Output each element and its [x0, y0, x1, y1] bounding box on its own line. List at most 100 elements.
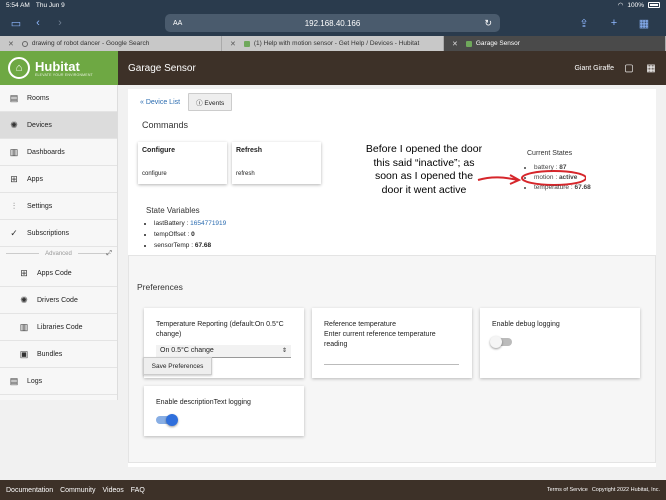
- browser-tab[interactable]: ✕ drawing of robot dancer - Google Searc…: [0, 36, 222, 51]
- sidebar-item-dashboards[interactable]: ▥ Dashboards: [0, 139, 117, 166]
- command-button[interactable]: refresh: [236, 171, 255, 177]
- logs-icon: ▤: [9, 375, 19, 386]
- sidebar-item-logs[interactable]: ▤ Logs: [0, 368, 117, 395]
- status-time: 5:54 AM: [6, 1, 30, 9]
- events-button[interactable]: ⓘ Events: [188, 93, 233, 111]
- preferences-heading: Preferences: [137, 282, 183, 292]
- state-key: temperature :: [534, 184, 575, 191]
- share-icon[interactable]: ⇪: [576, 15, 592, 31]
- brand-name: Hubitat: [35, 58, 80, 74]
- temperature-reporting-label: Temperature Reporting (default:On 0.5°C …: [156, 321, 284, 338]
- refresh-command-card[interactable]: Refresh refresh: [232, 142, 321, 184]
- footer-link-documentation[interactable]: Documentation: [6, 487, 53, 494]
- footer-link-faq[interactable]: FAQ: [131, 487, 145, 494]
- sidebar-item-rooms[interactable]: ▤ Rooms: [0, 85, 117, 112]
- debug-logging-toggle[interactable]: [490, 336, 512, 348]
- sidebar-item-drivers-code[interactable]: ✺ Drivers Code: [0, 287, 117, 314]
- sidebar-item-label: Bundles: [37, 350, 63, 358]
- app-header: Garage Sensor Giant Giraffe ▢ ▦: [118, 51, 666, 85]
- state-value: 67.68: [194, 242, 212, 249]
- debug-logging-label: Enable debug logging: [492, 321, 560, 328]
- browser-toolbar: ▭ ‹ › AA 192.168.40.166 ↻ ⇪ + ▦: [0, 10, 666, 36]
- sidebar-item-bundles[interactable]: ▣ Bundles: [0, 341, 117, 368]
- debug-logging-card: Enable debug logging: [480, 308, 640, 378]
- toggle-knob: [490, 336, 502, 348]
- forward-icon[interactable]: ›: [52, 15, 68, 31]
- expand-icon[interactable]: ⤢: [106, 250, 112, 258]
- reload-icon[interactable]: ↻: [484, 18, 492, 29]
- tab-label: drawing of robot dancer - Google Search: [31, 40, 150, 47]
- status-bar: 5:54 AM Thu Jun 9 ◠ 100%: [0, 0, 666, 10]
- back-icon[interactable]: ‹: [30, 15, 46, 31]
- settings-icon: ⫶: [12, 200, 16, 211]
- select-arrows-icon: ⇕: [281, 348, 287, 354]
- state-value: 0: [191, 231, 195, 238]
- list-item: temperature : 67.68: [534, 183, 591, 193]
- sidebar-item-settings[interactable]: ⫶ Settings: [0, 193, 117, 220]
- current-states-heading: Current States: [527, 150, 573, 157]
- wifi-icon: ◠: [617, 2, 624, 9]
- tab-overview-icon[interactable]: ▦: [636, 15, 652, 31]
- house-icon: ⌂: [8, 57, 30, 79]
- apps-icon: ⊞: [10, 173, 18, 184]
- select-value: On 0.5°C change: [160, 347, 214, 354]
- state-value: active: [558, 174, 578, 181]
- advanced-label: Advanced: [45, 250, 72, 257]
- save-preferences-button[interactable]: Save Preferences: [143, 357, 212, 375]
- sidebar-toggle-icon[interactable]: ▭: [8, 15, 24, 31]
- footer-link-community[interactable]: Community: [60, 487, 95, 494]
- brand-tagline: ELEVATE YOUR ENVIRONMENT: [35, 72, 93, 77]
- list-item: tempOffset : 0: [154, 229, 226, 240]
- close-tab-icon[interactable]: ✕: [8, 40, 14, 48]
- sidebar-item-apps-code[interactable]: ⊞ Apps Code: [0, 260, 117, 287]
- sidebar-item-label: Dashboards: [27, 148, 65, 156]
- message-icon[interactable]: ▢: [622, 61, 636, 75]
- state-key: motion :: [534, 174, 559, 181]
- state-key: battery :: [534, 164, 560, 171]
- device-list-link[interactable]: « Device List: [140, 99, 180, 106]
- sidebar-item-apps[interactable]: ⊞ Apps: [0, 166, 117, 193]
- browser-tabs: ✕ drawing of robot dancer - Google Searc…: [0, 36, 666, 51]
- handwritten-annotation: Before I opened the door this said “inac…: [365, 143, 483, 196]
- sidebar-item-libraries-code[interactable]: ▥ Libraries Code: [0, 314, 117, 341]
- list-item: lastBattery : 1654771919: [154, 218, 226, 229]
- grid-menu-icon[interactable]: ▦: [644, 61, 658, 75]
- tab-label: (1) Help with motion sensor - Get Help /…: [253, 40, 420, 47]
- description-logging-card: Enable descriptionText logging: [144, 386, 304, 436]
- current-states-list: battery : 87 motion : active temperature…: [534, 163, 591, 193]
- command-title: Configure: [142, 147, 176, 154]
- sidebar-item-label: Subscriptions: [27, 229, 70, 237]
- url-text: 192.168.40.166: [304, 18, 361, 28]
- hubitat-logo[interactable]: ⌂ Hubitat ELEVATE YOUR ENVIRONMENT: [0, 51, 118, 85]
- reader-aa-button[interactable]: AA: [173, 20, 182, 27]
- state-variables-heading: State Variables: [146, 206, 200, 215]
- sidebar: ▤ Rooms ✺ Devices ▥ Dashboards ⊞ Apps ⫶ …: [0, 85, 118, 400]
- close-tab-icon[interactable]: ✕: [230, 40, 236, 48]
- sidebar-item-subscriptions[interactable]: ✓ Subscriptions: [0, 220, 117, 247]
- browser-tab-active[interactable]: ✕ Garage Sensor: [444, 36, 666, 51]
- state-value: 87: [559, 164, 567, 171]
- command-button[interactable]: configure: [142, 171, 167, 177]
- sidebar-item-label: Settings: [27, 202, 53, 210]
- device-card: « Device List ⓘ Events Commands Configur…: [128, 89, 656, 467]
- state-key: lastBattery :: [154, 220, 191, 227]
- configure-command-card[interactable]: Configure configure: [138, 142, 227, 184]
- reference-temperature-input[interactable]: [324, 364, 459, 365]
- sidebar-item-label: Rooms: [27, 94, 50, 102]
- browser-tab[interactable]: ✕ (1) Help with motion sensor - Get Help…: [222, 36, 444, 51]
- description-logging-label: Enable descriptionText logging: [156, 399, 251, 406]
- hubitat-favicon-icon: [465, 40, 472, 47]
- sidebar-item-label: Apps: [27, 175, 43, 183]
- terms-link[interactable]: Terms of Service: [547, 487, 588, 493]
- close-tab-icon[interactable]: ✕: [452, 40, 458, 48]
- sidebar-item-label: Logs: [27, 377, 43, 385]
- address-bar[interactable]: AA 192.168.40.166 ↻: [165, 14, 500, 32]
- footer-link-videos[interactable]: Videos: [103, 487, 124, 494]
- description-logging-toggle[interactable]: [156, 414, 178, 426]
- sidebar-item-devices[interactable]: ✺ Devices: [0, 112, 117, 139]
- user-name[interactable]: Giant Giraffe: [574, 65, 614, 72]
- tab-label: Garage Sensor: [475, 40, 520, 47]
- footer: Documentation Community Videos FAQ Terms…: [0, 480, 666, 500]
- new-tab-icon[interactable]: +: [606, 15, 622, 31]
- apps-code-icon: ⊞: [20, 267, 28, 278]
